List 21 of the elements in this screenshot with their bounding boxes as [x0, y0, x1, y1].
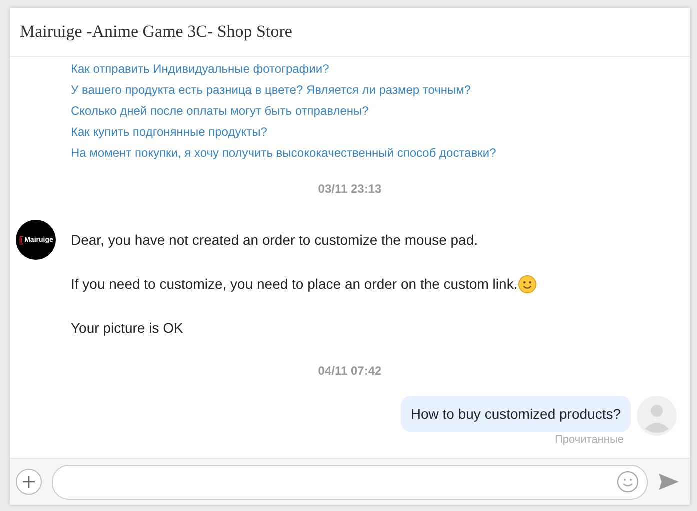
- timestamp: 04/11 07:42: [318, 364, 382, 378]
- user-avatar-icon: [637, 396, 677, 436]
- timestamp: 03/11 23:13: [318, 182, 382, 196]
- quick-question-link[interactable]: Как купить подгонянные продукты?: [71, 122, 268, 143]
- message-text: Your picture is OK: [71, 320, 184, 336]
- message-text: If you need to customize, you need to place an order on the custom link.: [71, 276, 518, 292]
- message-bubble: How to buy customized products?: [400, 396, 631, 432]
- logo-mark-icon: [18, 234, 24, 246]
- quick-question-link[interactable]: Как отправить Индивидуальные фотографии?: [71, 59, 330, 80]
- read-status: Прочитанные: [555, 434, 624, 446]
- send-icon[interactable]: [658, 473, 680, 491]
- add-button[interactable]: [16, 469, 42, 495]
- message-text: Dear, you have not created an order to customize the mouse pad.: [71, 232, 478, 248]
- smiley-icon: [518, 274, 537, 294]
- plus-icon: [23, 476, 35, 488]
- window-title: Mairuige -Anime Game 3C- Shop Store: [20, 22, 292, 42]
- message-input[interactable]: [52, 464, 648, 500]
- quick-question-link[interactable]: На момент покупки, я хочу получить высококачественный способ доставки?: [71, 143, 496, 164]
- quick-question-link[interactable]: У вашего продукта есть разница в цвете? Является ли размер точным?: [71, 80, 472, 101]
- quick-question-link[interactable]: Сколько дней после оплаты могут быть отправлены?: [71, 101, 369, 122]
- emoji-icon[interactable]: [617, 471, 639, 493]
